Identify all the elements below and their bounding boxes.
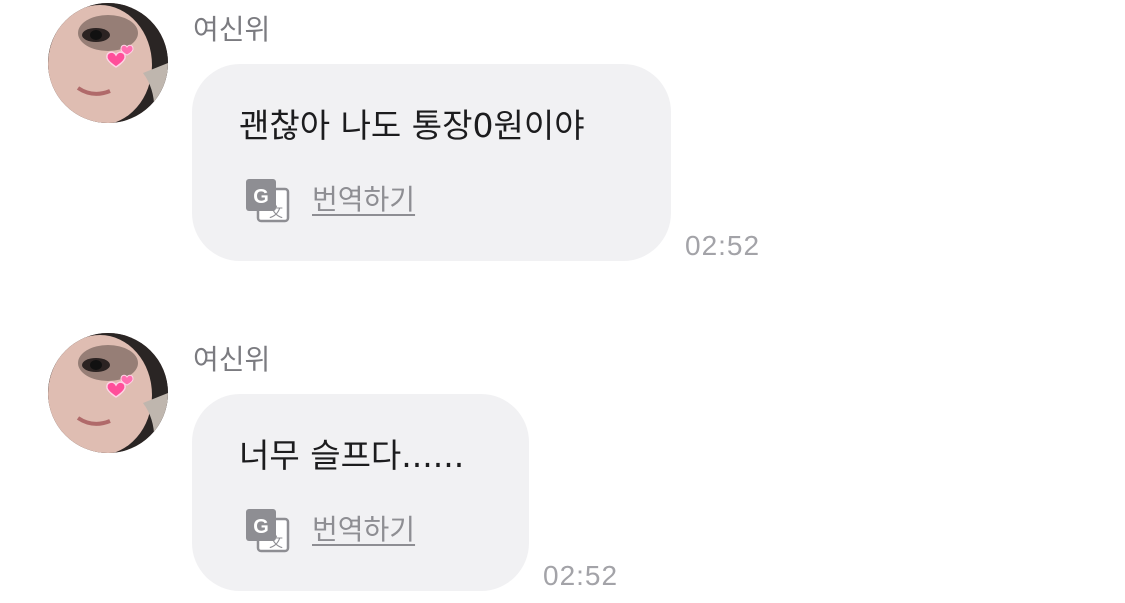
sender-avatar[interactable] (48, 3, 168, 123)
message-bubble[interactable]: 괜찮아 나도 통장0원이야 G 文 번역하기 (192, 64, 671, 261)
message-bubble[interactable]: 너무 슬프다...... G 文 번역하기 (192, 394, 529, 591)
avatar-photo-icon (48, 3, 168, 123)
translate-button[interactable]: G 文 번역하기 (244, 177, 415, 223)
svg-text:G: G (253, 186, 269, 208)
translate-icon: G 文 (246, 179, 290, 223)
translate-button[interactable]: G 文 번역하기 (244, 507, 415, 553)
translate-label: 번역하기 (312, 513, 416, 546)
avatar-photo-icon (48, 333, 168, 453)
svg-text:文: 文 (269, 205, 283, 221)
message-text: 괜찮아 나도 통장0원이야 (239, 106, 585, 145)
sender-name: 여신위 (193, 343, 271, 376)
message-timestamp: 02:52 (685, 230, 761, 261)
chat-thread: 여신위 괜찮아 나도 통장0원이야 G 文 번역하기 02:52 여신위 너무 … (0, 0, 1125, 603)
translate-icon: G 文 (246, 509, 290, 553)
translate-label: 번역하기 (312, 183, 416, 216)
sender-name: 여신위 (193, 13, 271, 46)
sender-avatar[interactable] (48, 333, 168, 453)
svg-text:文: 文 (269, 535, 283, 551)
svg-text:G: G (253, 516, 269, 538)
message-text: 너무 슬프다...... (239, 436, 465, 475)
message-timestamp: 02:52 (543, 560, 619, 591)
